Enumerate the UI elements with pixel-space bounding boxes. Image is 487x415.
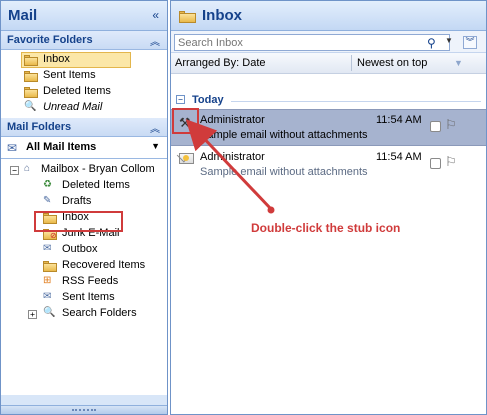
annotation-arrow xyxy=(185,119,275,214)
annotation-callout: Double-click the stub icon xyxy=(251,221,401,235)
